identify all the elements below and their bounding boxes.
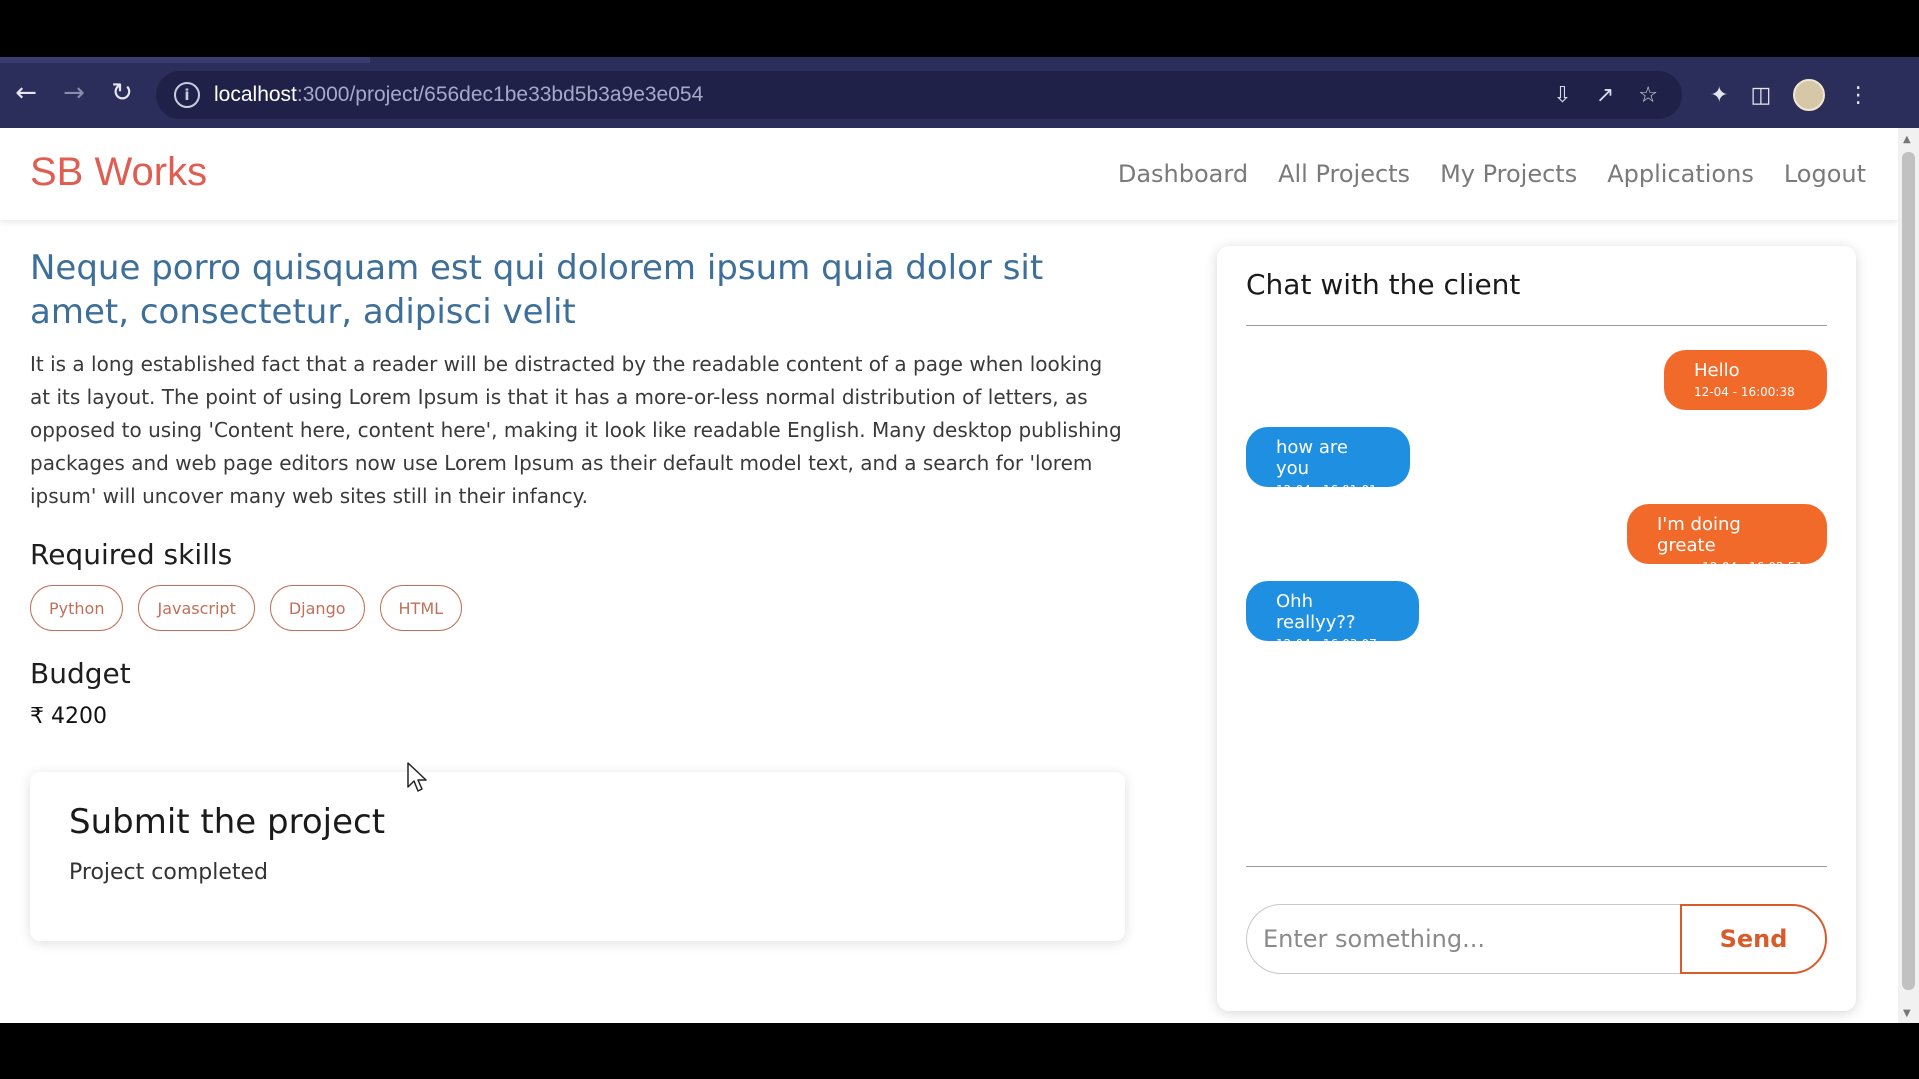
chat-panel: Chat with the client Hello 12-04 - 16:00… — [1217, 246, 1856, 1011]
address-bar[interactable]: i localhost:3000/project/656dec1be33bd5b… — [156, 71, 1682, 119]
tab-strip — [0, 57, 370, 63]
side-panel-icon[interactable]: ◫ — [1750, 83, 1771, 108]
chat-divider-top — [1246, 325, 1827, 326]
site-navbar: SB Works Dashboard All Projects My Proje… — [0, 128, 1898, 220]
project-details: Neque porro quisquam est qui dolorem ips… — [30, 246, 1130, 729]
budget-heading: Budget — [30, 657, 131, 690]
profile-avatar[interactable] — [1793, 79, 1826, 111]
page-content: SB Works Dashboard All Projects My Proje… — [0, 128, 1898, 1023]
letterbox-bottom — [0, 1023, 1919, 1079]
chat-divider-bottom — [1246, 866, 1827, 867]
nav-my-projects[interactable]: My Projects — [1440, 160, 1577, 188]
nav-links: Dashboard All Projects My Projects Appli… — [1118, 128, 1866, 220]
nav-applications[interactable]: Applications — [1607, 160, 1754, 188]
install-app-icon[interactable]: ⇩ — [1553, 83, 1571, 108]
chat-message-received: how are you 12-04 - 16:01:01 — [1246, 427, 1410, 497]
submit-heading: Submit the project — [69, 802, 386, 842]
chat-message-sent: I'm doing greate 12-04 - 16:02:51 — [1627, 504, 1827, 574]
scroll-down-icon[interactable]: ▼ — [1903, 1008, 1911, 1019]
chat-message-input[interactable] — [1246, 904, 1680, 974]
page-scrollbar[interactable]: ▲ ▼ — [1898, 128, 1919, 1023]
scrollbar-thumb[interactable] — [1902, 152, 1915, 990]
menu-kebab-icon[interactable]: ⋮ — [1847, 83, 1869, 108]
skill-tag: Django — [269, 585, 365, 631]
skill-tag: HTML — [379, 585, 463, 631]
chat-title: Chat with the client — [1246, 268, 1521, 301]
budget-value: ₹ 4200 — [30, 704, 107, 729]
scroll-up-icon[interactable]: ▲ — [1903, 134, 1911, 145]
submit-project-card: Submit the project Project completed — [30, 772, 1125, 941]
share-icon[interactable]: ↗ — [1596, 83, 1614, 108]
submit-status: Project completed — [69, 860, 268, 885]
forward-icon[interactable]: → — [50, 69, 98, 117]
skills-heading: Required skills — [30, 538, 233, 571]
bookmark-star-icon[interactable]: ☆ — [1638, 83, 1658, 108]
send-button[interactable]: Send — [1680, 904, 1827, 974]
site-info-icon[interactable]: i — [174, 82, 200, 108]
nav-all-projects[interactable]: All Projects — [1278, 160, 1410, 188]
project-description: It is a long established fact that a rea… — [30, 352, 1122, 508]
letterbox-top — [0, 0, 1919, 57]
chat-message-sent: Hello 12-04 - 16:00:38 — [1664, 350, 1827, 410]
nav-dashboard[interactable]: Dashboard — [1118, 160, 1248, 188]
reload-icon[interactable]: ↻ — [98, 69, 146, 117]
extensions-icon[interactable]: ✦ — [1710, 83, 1728, 108]
url-text[interactable]: localhost:3000/project/656dec1be33bd5b3a… — [214, 83, 703, 107]
skill-tag: Javascript — [138, 585, 255, 631]
brand-logo[interactable]: SB Works — [30, 150, 207, 195]
project-title: Neque porro quisquam est qui dolorem ips… — [30, 248, 1044, 332]
chat-message-received: Ohh reallyy?? 12-04 - 16:03:07 — [1246, 581, 1419, 651]
skills-list: Python Javascript Django HTML — [30, 585, 1130, 631]
browser-actions: ✦ ◫ ⋮ — [1710, 71, 1869, 119]
back-icon[interactable]: ← — [2, 69, 50, 117]
skill-tag: Python — [30, 585, 124, 631]
nav-logout[interactable]: Logout — [1784, 160, 1866, 188]
